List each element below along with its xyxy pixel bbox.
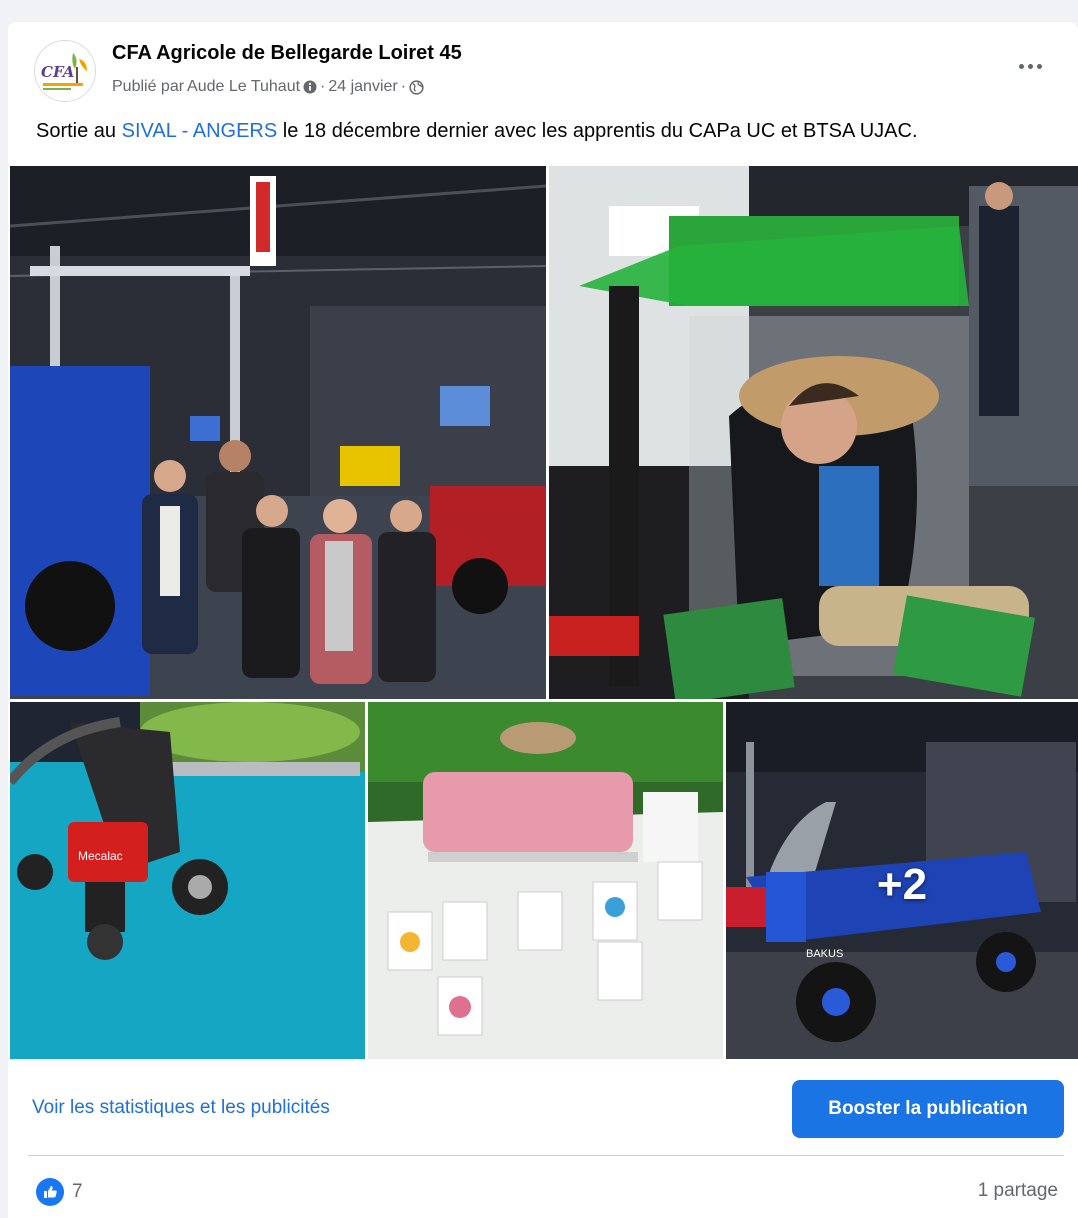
sival-angers-link[interactable]: SIVAL - ANGERS (122, 120, 278, 142)
cfa-logo-icon: CFA (35, 41, 95, 101)
published-by-label: Publié par (112, 78, 185, 95)
photo-robot-cart[interactable]: Mecalac (10, 702, 365, 1059)
post-header: CFA CFA Agricole de Bellegarde Loiret 45… (8, 22, 1078, 112)
dot (1027, 63, 1033, 69)
post-message: Sortie au SIVAL - ANGERS le 18 décembre … (36, 120, 918, 143)
post-text-end: le 18 décembre dernier avec les apprenti… (277, 120, 918, 142)
svg-text:Mecalac: Mecalac (78, 849, 123, 863)
post-date-link[interactable]: 24 janvier (328, 78, 397, 96)
reactions-summary[interactable]: 7 (36, 1178, 83, 1206)
page-name-link[interactable]: CFA Agricole de Bellegarde Loiret 45 (112, 42, 462, 65)
photo-group[interactable] (10, 166, 546, 699)
photo-cards-table[interactable] (368, 702, 723, 1059)
page-avatar[interactable]: CFA (34, 40, 96, 102)
divider (28, 1155, 1064, 1156)
boost-post-button[interactable]: Booster la publication (792, 1080, 1064, 1138)
post-meta: Publié par Aude Le Tuhaut · 24 janvier · (112, 78, 424, 96)
group-photo-image (10, 166, 546, 699)
photo-seat-demo[interactable] (549, 166, 1078, 699)
post-card: CFA CFA Agricole de Bellegarde Loiret 45… (8, 22, 1078, 1218)
post-text-start: Sortie au (36, 120, 122, 142)
meta-separator: · (320, 78, 326, 95)
more-options-button[interactable] (1012, 52, 1048, 80)
more-photos-count: +2 (876, 859, 928, 909)
dot (1018, 63, 1024, 69)
info-icon[interactable] (303, 80, 317, 94)
likes-count: 7 (72, 1181, 83, 1202)
globe-icon[interactable] (409, 79, 424, 95)
photo-grid: Mecalac BAKUS +2 (10, 166, 1078, 1059)
dot (1036, 63, 1042, 69)
svg-text:CFA: CFA (41, 63, 74, 81)
view-stats-link[interactable]: Voir les statistiques et les publicités (32, 1097, 330, 1119)
shares-count-link[interactable]: 1 partage (978, 1180, 1058, 1202)
author-link[interactable]: Aude Le Tuhaut (187, 78, 300, 96)
photo-electric-vehicle[interactable]: BAKUS +2 (726, 702, 1078, 1059)
meta-separator: · (400, 78, 407, 95)
seat-demo-photo-image (549, 166, 1078, 699)
robot-cart-photo-image: Mecalac (10, 702, 365, 1059)
cards-table-photo-image (368, 702, 723, 1059)
like-icon (36, 1178, 64, 1206)
